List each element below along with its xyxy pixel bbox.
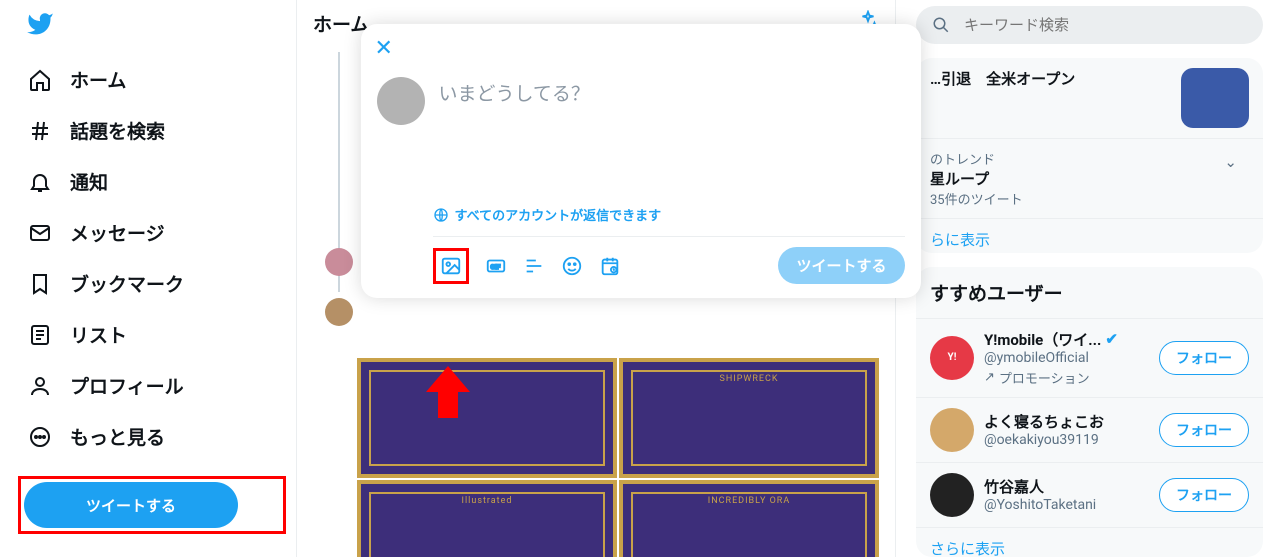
reply-scope[interactable]: すべてのアカウントが返信できます (433, 205, 905, 237)
schedule-icon[interactable] (599, 255, 621, 277)
emoji-icon[interactable] (561, 255, 583, 277)
modal-overlay: ✕ すべてのアカウントが返信できます GIF (0, 0, 1281, 557)
tweet-submit-button[interactable]: ツイートする (778, 247, 904, 284)
close-icon[interactable]: ✕ (375, 36, 393, 61)
compose-modal: ✕ すべてのアカウントが返信できます GIF (361, 24, 921, 298)
poll-icon[interactable] (523, 255, 545, 277)
compose-textarea[interactable] (437, 77, 905, 191)
annotation-highlight (433, 248, 469, 284)
gif-icon[interactable]: GIF (485, 255, 507, 277)
annotation-arrow-icon (426, 366, 470, 422)
avatar (377, 77, 425, 125)
svg-text:GIF: GIF (490, 262, 500, 270)
globe-icon (433, 207, 449, 223)
image-icon[interactable] (440, 255, 462, 277)
reply-scope-label: すべてのアカウントが返信できます (455, 205, 662, 224)
